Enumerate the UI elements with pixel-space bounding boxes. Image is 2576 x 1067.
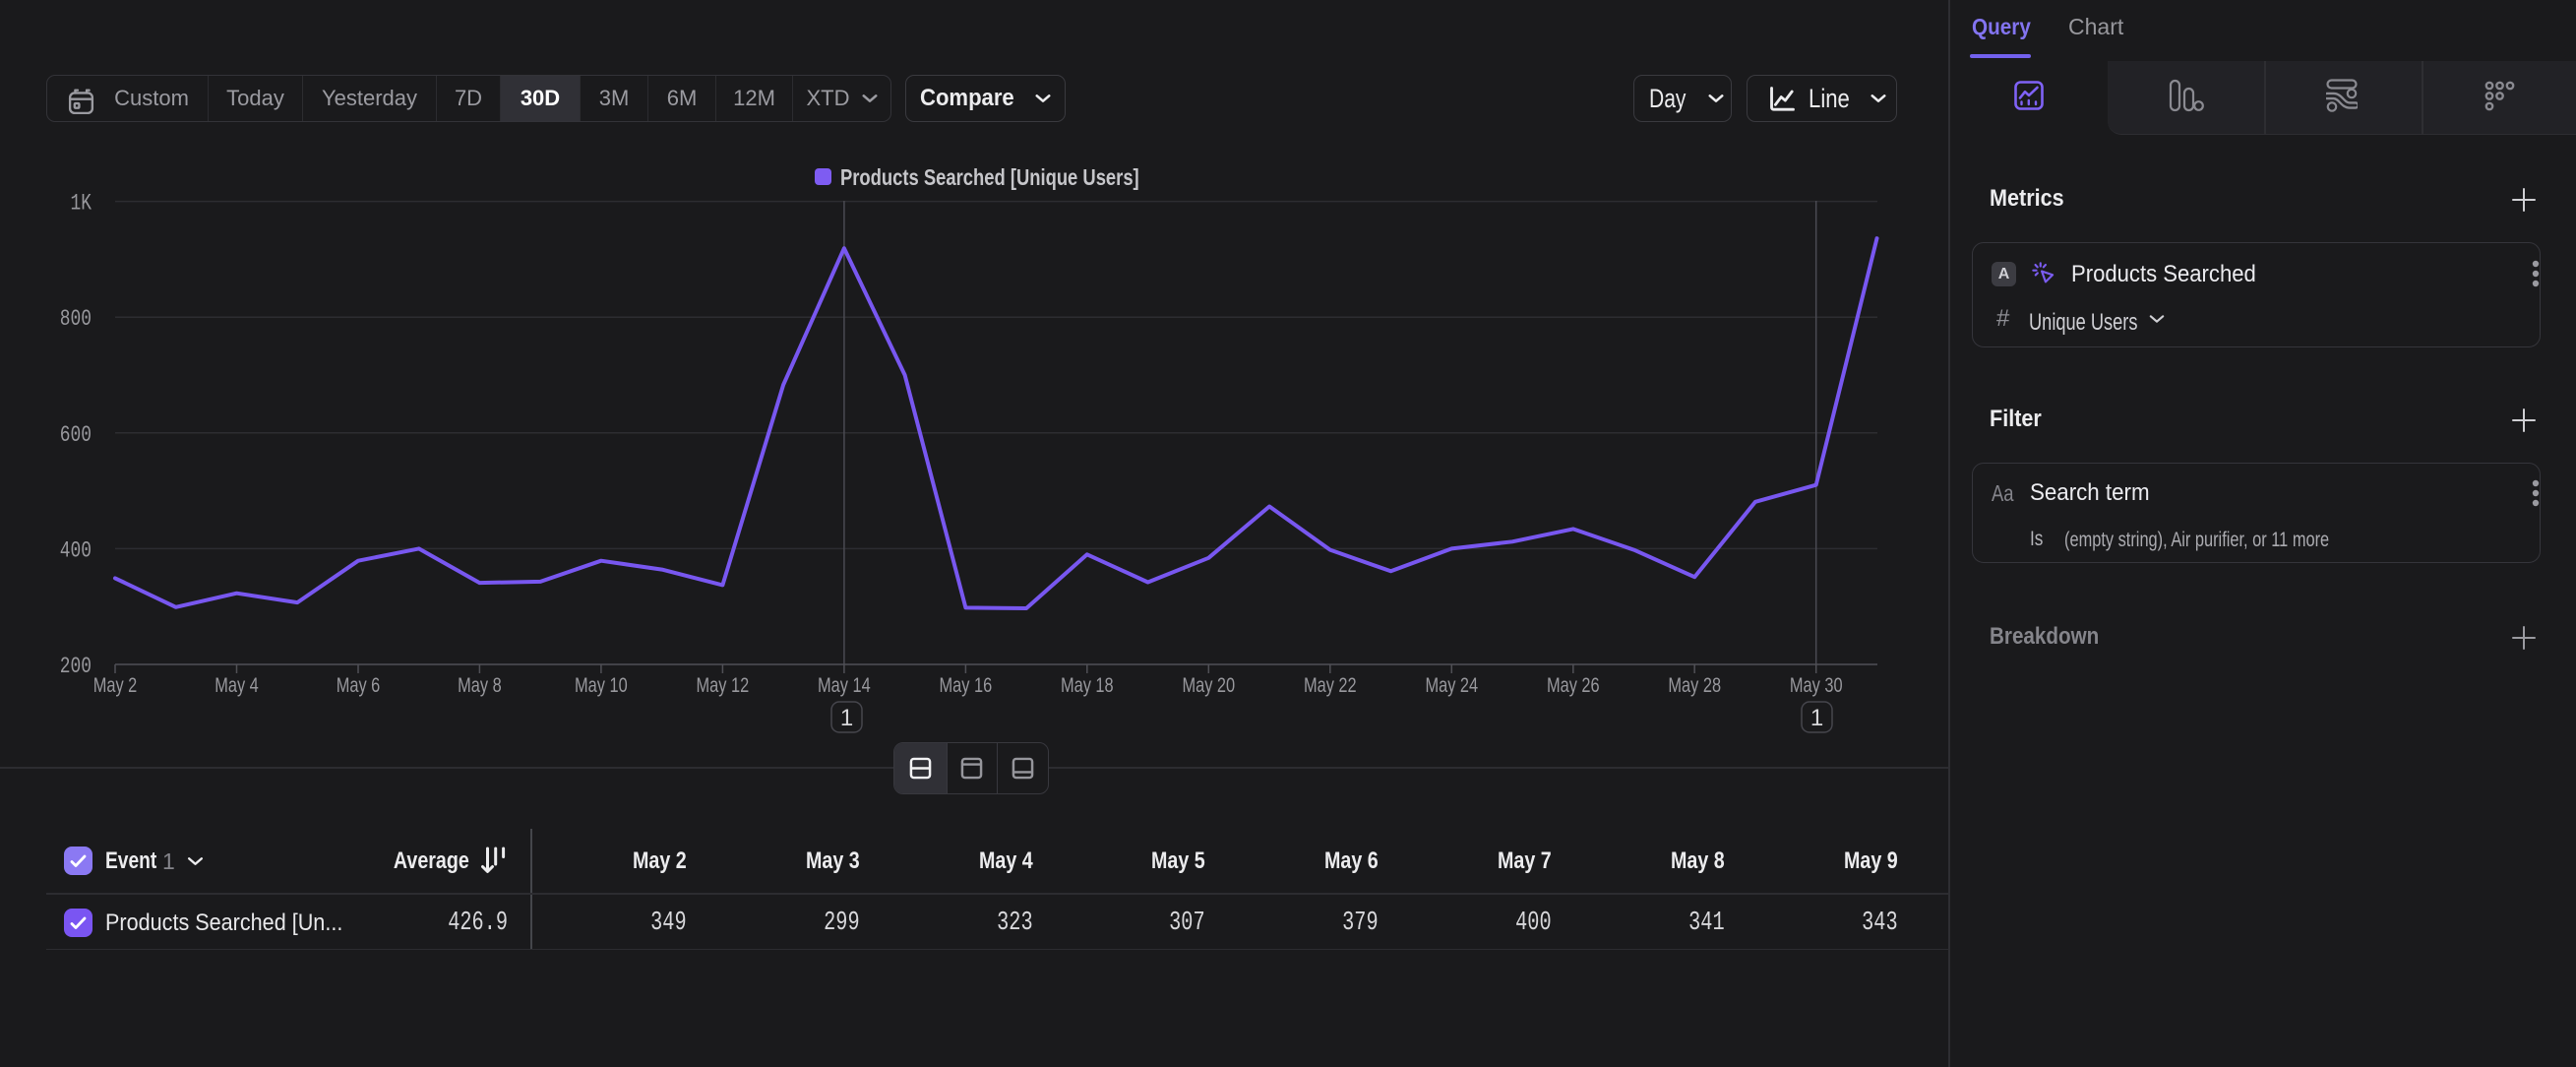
svg-text:May 16: May 16 <box>940 673 993 696</box>
svg-text:1: 1 <box>840 705 853 731</box>
svg-text:May 4: May 4 <box>215 673 259 696</box>
svg-text:May 6: May 6 <box>337 673 381 696</box>
svg-text:May 26: May 26 <box>1547 673 1600 696</box>
svg-text:1K: 1K <box>70 192 92 218</box>
svg-text:May 10: May 10 <box>575 673 628 696</box>
svg-text:May 24: May 24 <box>1425 673 1478 696</box>
svg-text:200: 200 <box>60 655 92 680</box>
svg-text:May 12: May 12 <box>697 673 750 696</box>
svg-text:May 8: May 8 <box>458 673 502 696</box>
svg-text:May 22: May 22 <box>1304 673 1357 696</box>
svg-text:1: 1 <box>1810 705 1823 731</box>
svg-text:May 14: May 14 <box>818 673 871 696</box>
svg-text:May 20: May 20 <box>1182 673 1235 696</box>
svg-text:May 30: May 30 <box>1790 673 1843 696</box>
svg-text:May 18: May 18 <box>1061 673 1114 696</box>
svg-text:600: 600 <box>60 423 92 449</box>
svg-text:800: 800 <box>60 307 92 333</box>
svg-text:400: 400 <box>60 539 92 565</box>
svg-text:May 2: May 2 <box>93 673 138 696</box>
svg-text:May 28: May 28 <box>1668 673 1721 696</box>
